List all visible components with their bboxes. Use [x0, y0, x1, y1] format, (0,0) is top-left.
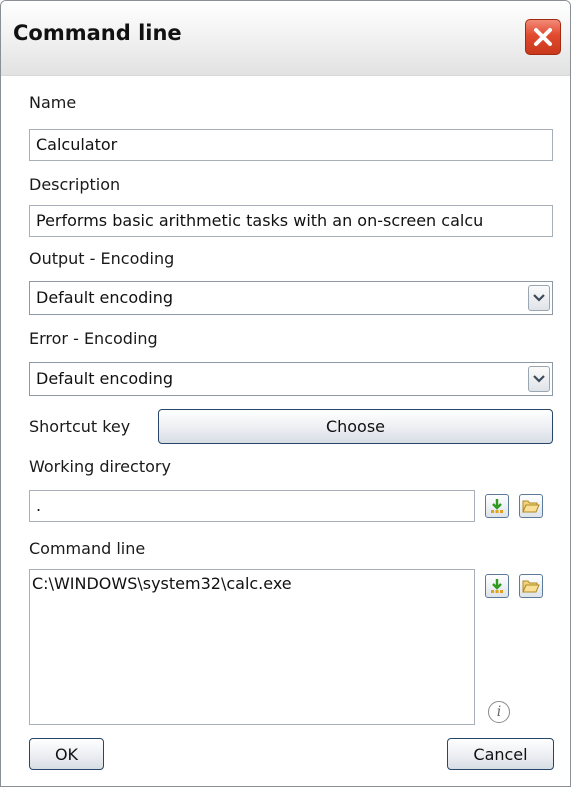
close-button[interactable]	[525, 19, 561, 55]
error-encoding-value: Default encoding	[36, 369, 174, 388]
command-line-dialog: Command line Name Calculator Description…	[0, 0, 571, 787]
working-directory-input[interactable]: .	[29, 490, 475, 522]
choose-shortcut-button[interactable]: Choose	[158, 409, 553, 444]
working-directory-insert-button[interactable]	[485, 494, 509, 518]
close-icon	[534, 28, 552, 46]
error-encoding-label: Error - Encoding	[29, 329, 158, 348]
insert-arrow-icon	[491, 579, 503, 593]
insert-arrow-icon	[491, 499, 503, 513]
folder-open-icon	[522, 500, 540, 513]
title-bar: Command line	[1, 1, 570, 76]
info-icon[interactable]: i	[488, 701, 510, 723]
command-line-insert-button[interactable]	[485, 574, 509, 598]
ok-button[interactable]: OK	[29, 738, 104, 770]
output-encoding-label: Output - Encoding	[29, 249, 175, 268]
chevron-down-icon[interactable]	[528, 366, 550, 392]
output-encoding-select[interactable]: Default encoding	[29, 281, 553, 315]
name-label: Name	[29, 93, 77, 112]
description-input[interactable]: Performs basic arithmetic tasks with an …	[29, 205, 553, 237]
folder-open-icon	[522, 580, 540, 593]
shortcut-key-label: Shortcut key	[29, 417, 131, 436]
working-directory-label: Working directory	[29, 457, 171, 476]
command-line-browse-button[interactable]	[519, 574, 543, 598]
working-directory-browse-button[interactable]	[519, 494, 543, 518]
output-encoding-value: Default encoding	[36, 288, 174, 307]
description-label: Description	[29, 175, 121, 194]
chevron-down-icon[interactable]	[528, 285, 550, 311]
dialog-title: Command line	[13, 21, 182, 45]
cancel-button[interactable]: Cancel	[447, 738, 554, 770]
name-input[interactable]: Calculator	[29, 129, 553, 161]
error-encoding-select[interactable]: Default encoding	[29, 362, 553, 396]
command-line-input[interactable]: C:\WINDOWS\system32\calc.exe	[29, 569, 475, 725]
command-line-label: Command line	[29, 539, 146, 558]
